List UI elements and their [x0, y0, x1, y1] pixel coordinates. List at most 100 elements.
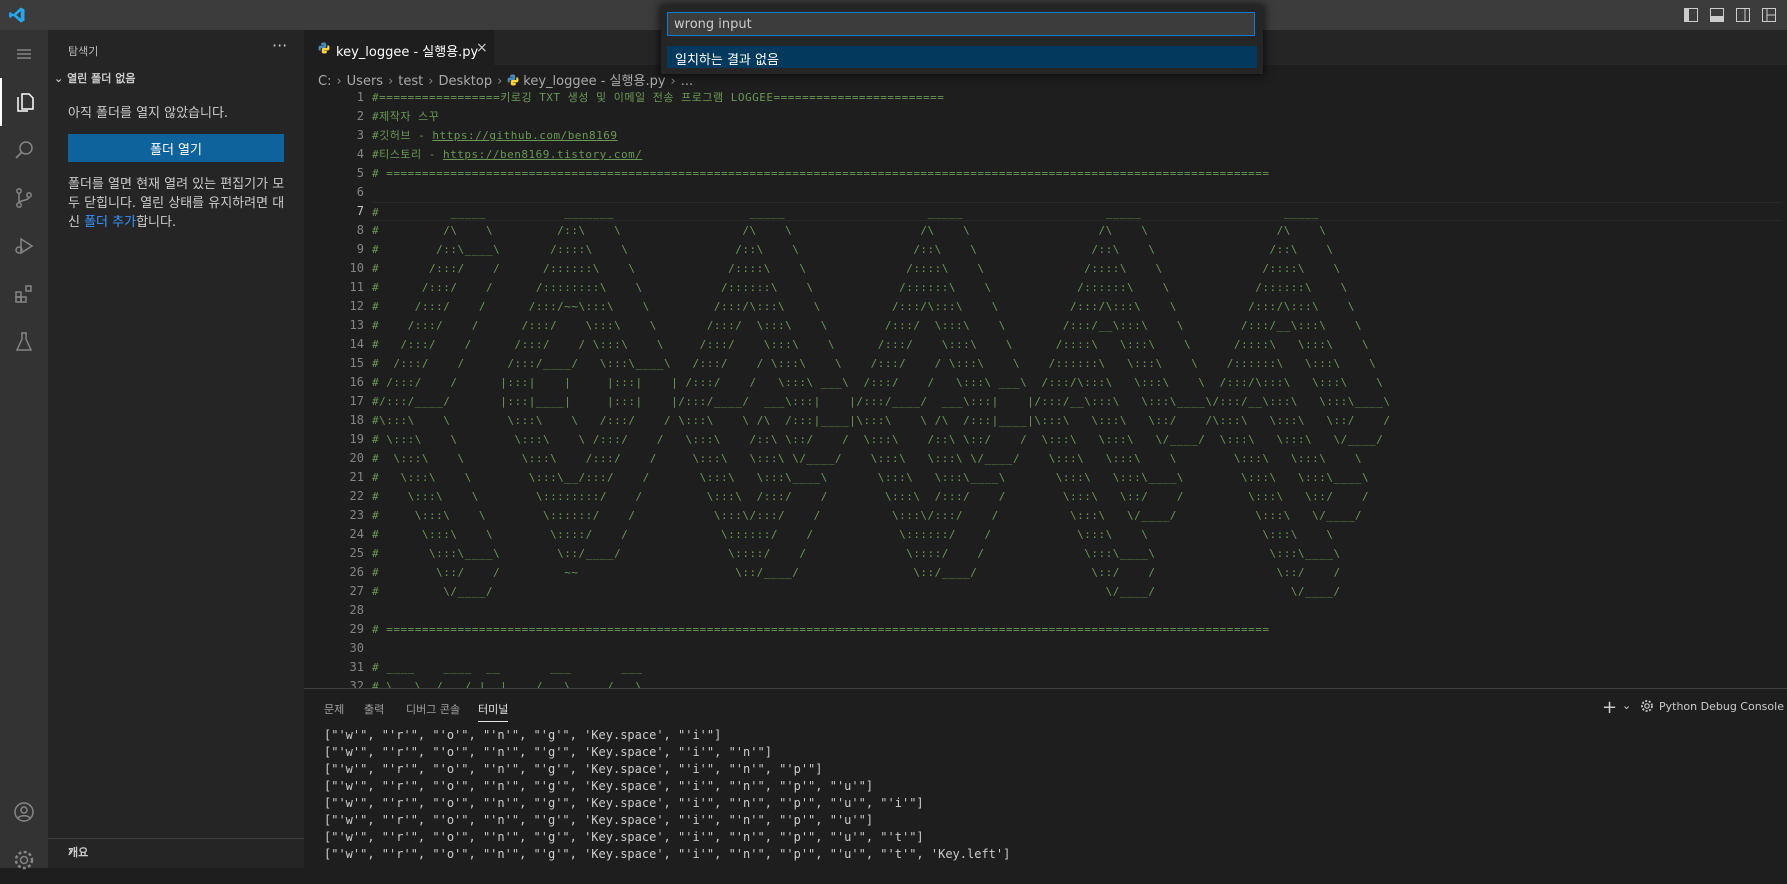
url-link[interactable]: https://github.com/ben8169	[432, 129, 617, 142]
code-line[interactable]: # /:::/ / /::::::::\ \ /::::::\ \ /:::::…	[372, 278, 1782, 297]
breadcrumb-symbol[interactable]: ...	[681, 74, 693, 89]
code-line[interactable]: # \:::\____\ \::/____/ \::::/ / \::::/ /…	[372, 544, 1782, 563]
no-folder-section-header[interactable]: ⌄ 열린 폴더 없음	[54, 70, 135, 86]
search-icon[interactable]	[0, 126, 48, 174]
more-actions-icon[interactable]: ···	[272, 36, 287, 55]
line-number: 3	[356, 128, 364, 142]
code-line[interactable]: # /:::/ / /:::/ \:::\ \ /:::/ \:::\ \ /:…	[372, 316, 1782, 335]
breadcrumb-test[interactable]: test	[398, 74, 423, 89]
code-line[interactable]: # \:::\ \ \::::::/ / \:::\/:::/ / \:::\/…	[372, 506, 1782, 525]
breadcrumb-separator-icon: ›	[336, 74, 342, 89]
code-line[interactable]: # \:::\ \ \::::::::/ / \:::\ /:::/ / \::…	[372, 487, 1782, 506]
no-matching-results-label: 일치하는 결과 없음	[675, 53, 779, 68]
code-line[interactable]: #/:::/____/ |:::|____| |:::| |/:::/____/…	[372, 392, 1782, 411]
code-line[interactable]: # \:::\ \ \:::\__/:::/ / \:::\ \:::\____…	[372, 468, 1782, 487]
new-terminal-plus-icon[interactable]: +	[1602, 697, 1617, 718]
code-line[interactable]: #=================키로깅 TXT 생성 및 이메일 전송 프로…	[372, 88, 1782, 107]
terminal-output[interactable]: ["'w'", "'r'", "'o'", "'n'", "'g'", 'Key…	[324, 727, 1774, 863]
terminal-line: ["'w'", "'r'", "'o'", "'n'", "'g'", 'Key…	[324, 796, 924, 810]
line-number: 12	[349, 299, 364, 313]
tab-output[interactable]: 출력	[364, 701, 384, 717]
code-line[interactable]	[372, 601, 1782, 620]
line-number: 11	[349, 280, 364, 294]
breadcrumb-desktop[interactable]: Desktop	[438, 74, 492, 89]
tab-terminal[interactable]: 터미널	[478, 701, 509, 722]
menu-icon[interactable]	[0, 30, 48, 78]
code-line[interactable]: # _____ _______ _____ _____ _____ _____	[372, 202, 1782, 221]
terminal-line: ["'w'", "'r'", "'o'", "'n'", "'g'", 'Key…	[324, 813, 874, 827]
tab-label: key_loggee - 실행용.py	[336, 45, 479, 60]
code-line[interactable]: # \:::\ \ \::::/ / \::::::/ / \::::::/ /…	[372, 525, 1782, 544]
explorer-icon[interactable]	[0, 78, 48, 126]
breadcrumb-users[interactable]: Users	[347, 74, 383, 89]
breadcrumb-drive[interactable]: C:	[318, 74, 331, 89]
quick-input-field[interactable]	[667, 12, 1255, 36]
toggle-secondary-sidebar-icon[interactable]	[1736, 8, 1750, 22]
code-line[interactable]: # \/____/ \/____/ \/____/	[372, 582, 1782, 601]
vscode-logo-icon[interactable]	[8, 6, 26, 24]
run-debug-icon[interactable]	[0, 222, 48, 270]
line-number: 7	[356, 204, 364, 218]
line-number: 18	[349, 413, 364, 427]
tab-problems[interactable]: 문제	[324, 701, 344, 717]
code-line[interactable]: # ____ ____ __ ___ ___	[372, 658, 1782, 677]
tab-key-loggee[interactable]: key_loggee - 실행용.py ×	[304, 30, 494, 66]
code-editor[interactable]: 1 2 3 4 5 6 7 8 9 10 11 12 13 14 15 16 17 18 19 20 21 22 23 24 2…	[304, 88, 1787, 688]
line-number: 13	[349, 318, 364, 332]
line-number: 31	[349, 660, 364, 674]
code-line[interactable]: # ======================================…	[372, 164, 1782, 183]
breadcrumb: C: › Users › test › Desktop › key_loggee - 실행용.p…	[318, 70, 693, 89]
add-folder-link[interactable]: 폴더 추가	[84, 215, 136, 230]
python-file-icon	[318, 42, 330, 54]
accounts-icon[interactable]	[0, 788, 48, 836]
testing-flask-icon[interactable]	[0, 318, 48, 366]
chevron-down-icon[interactable]: ⌄	[1622, 699, 1631, 712]
code-line[interactable]: # /:::/ / /:::/~~\:::\ \ /:::/\:::\ \ /:…	[372, 297, 1782, 316]
quick-input-widget: 일치하는 결과 없음	[661, 6, 1263, 74]
code-line[interactable]: # \:::\ \ \:::\ /:::/ / \:::\ \:::\ \/__…	[372, 449, 1782, 468]
line-number: 15	[349, 356, 364, 370]
debug-gear-icon[interactable]	[1640, 699, 1654, 713]
code-line[interactable]	[372, 639, 1782, 658]
extensions-icon[interactable]	[0, 270, 48, 318]
code-line[interactable]: # /:::/ / /:::/ / \:::\ \ /:::/ \:::\ \ …	[372, 335, 1782, 354]
line-number: 20	[349, 451, 364, 465]
toggle-primary-sidebar-icon[interactable]	[1684, 8, 1698, 22]
line-number: 19	[349, 432, 364, 446]
line-number: 25	[349, 546, 364, 560]
outline-section-header[interactable]: › 개요	[48, 838, 304, 861]
terminal-selector[interactable]: Python Debug Console	[1659, 700, 1784, 713]
chevron-down-icon: ⌄	[54, 72, 64, 85]
line-number: 30	[349, 641, 364, 655]
code-line[interactable]: # /::\____\ /::::\ \ /::\ \ /::\ \ /::\ …	[372, 240, 1782, 259]
toggle-panel-icon[interactable]	[1710, 8, 1724, 22]
code-line[interactable]: # \::/ / ~~ \::/____/ \::/____/ \::/ / \…	[372, 563, 1782, 582]
code-line[interactable]: #제작자 스꾸	[372, 107, 1782, 126]
customize-layout-icon[interactable]	[1762, 8, 1776, 22]
explorer-sidebar: 탐색기 ··· ⌄ 열린 폴더 없음 아직 폴더를 열지 않았습니다. 폴더 열…	[48, 30, 304, 868]
code-line[interactable]: # \ \ / / | | / \ / \	[372, 677, 1782, 688]
settings-gear-icon[interactable]	[0, 836, 48, 884]
source-control-icon[interactable]	[0, 174, 48, 222]
line-number: 9	[356, 242, 364, 256]
code-line[interactable]: # /:::/ / /::::::\ \ /::::\ \ /::::\ \ /…	[372, 259, 1782, 278]
code-line[interactable]: # ======================================…	[372, 620, 1782, 639]
close-icon[interactable]: ×	[476, 40, 488, 56]
quick-input-result-item[interactable]: 일치하는 결과 없음	[667, 46, 1257, 68]
code-line[interactable]	[372, 183, 1782, 202]
url-link[interactable]: https://ben8169.tistory.com/	[443, 148, 642, 161]
open-folder-button[interactable]: 폴더 열기	[68, 134, 284, 162]
line-number: 29	[349, 622, 364, 636]
breadcrumb-file[interactable]: key_loggee - 실행용.py	[523, 74, 665, 89]
line-number: 10	[349, 261, 364, 275]
code-line[interactable]: #\:::\ \ \:::\ \ /:::/ / \:::\ \ /\ /:::…	[372, 411, 1782, 430]
code-line[interactable]: # /:::/ / /:::/____/ \:::\____\ /:::/ / …	[372, 354, 1782, 373]
code-line[interactable]: #티스토리 - https://ben8169.tistory.com/	[372, 145, 1782, 164]
code-line[interactable]: # /:::/ / |:::| | |:::| | /:::/ / \:::\ …	[372, 373, 1782, 392]
code-lines[interactable]: #=================키로깅 TXT 생성 및 이메일 전송 프로…	[372, 88, 1782, 688]
terminal-line: ["'w'", "'r'", "'o'", "'n'", "'g'", 'Key…	[324, 847, 1011, 861]
code-line[interactable]: # /\ \ /::\ \ /\ \ /\ \ /\ \ /\ \	[372, 221, 1782, 240]
code-line[interactable]: #깃허브 - https://github.com/ben8169	[372, 126, 1782, 145]
tab-debug-console[interactable]: 디버그 콘솔	[406, 701, 460, 717]
code-line[interactable]: # \:::\ \ \:::\ \ /:::/ / \:::\ /::\ \::…	[372, 430, 1782, 449]
